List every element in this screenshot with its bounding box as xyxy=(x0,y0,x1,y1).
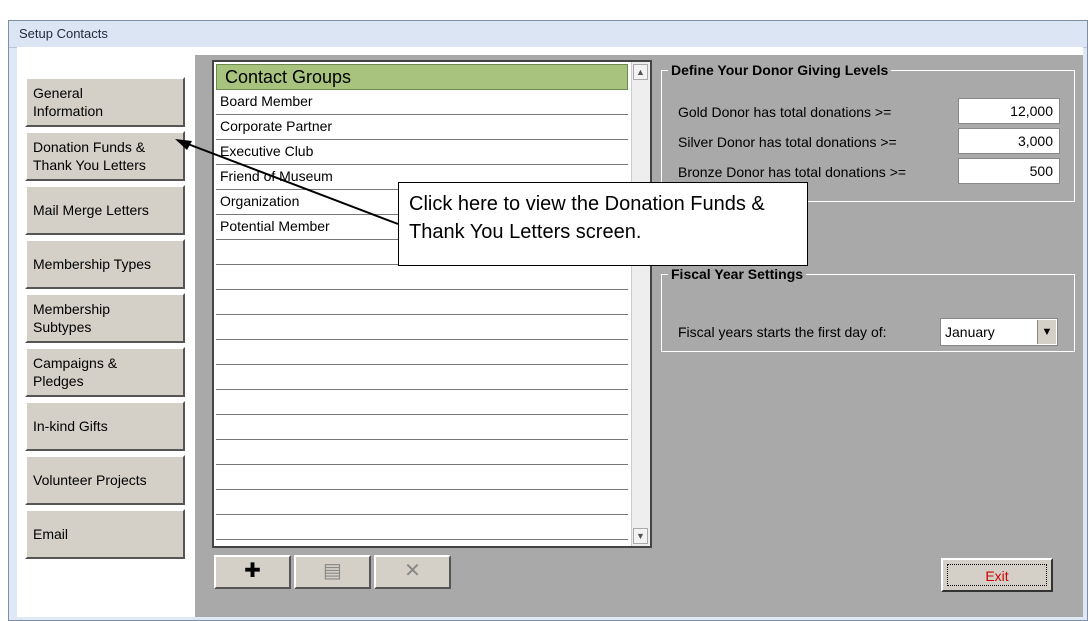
empty-row xyxy=(216,265,628,290)
add-group-button[interactable]: ✚ xyxy=(214,555,291,589)
callout-box: Click here to view the Donation Funds & … xyxy=(398,182,808,266)
list-item[interactable]: Board Member xyxy=(216,90,628,115)
empty-row xyxy=(216,515,628,540)
fiscal-year-label: Fiscal years starts the first day of: xyxy=(678,324,887,340)
chevron-down-icon[interactable]: ▼ xyxy=(1037,320,1056,344)
silver-donor-label: Silver Donor has total donations >= xyxy=(678,134,897,150)
nav-general-information[interactable]: General Information xyxy=(25,77,185,127)
list-item[interactable]: Executive Club xyxy=(216,140,628,165)
edit-group-button[interactable]: ▤ xyxy=(294,555,371,589)
bronze-donor-input[interactable]: 500 xyxy=(958,158,1060,184)
empty-row xyxy=(216,315,628,340)
delete-group-button[interactable]: ✕ xyxy=(374,555,451,589)
silver-donor-input[interactable]: 3,000 xyxy=(958,128,1060,154)
list-scrollbar[interactable]: ▲ ▼ xyxy=(631,62,650,546)
empty-row xyxy=(216,490,628,515)
delete-x-icon: ✕ xyxy=(404,560,421,582)
exit-button[interactable]: Exit xyxy=(941,558,1053,592)
exit-label: Exit xyxy=(947,564,1047,586)
scroll-down-arrow-icon[interactable]: ▼ xyxy=(633,528,648,544)
fiscal-month-value: January xyxy=(945,324,995,340)
empty-row xyxy=(216,290,628,315)
edit-document-icon: ▤ xyxy=(323,560,342,582)
contact-groups-header: Contact Groups xyxy=(216,64,628,90)
nav-email[interactable]: Email xyxy=(25,509,185,559)
donor-levels-group: Define Your Donor Giving Levels Gold Don… xyxy=(661,62,1075,202)
title-bar: Setup Contacts xyxy=(9,21,1087,48)
nav-mail-merge-letters[interactable]: Mail Merge Letters xyxy=(25,185,185,235)
nav-volunteer-projects[interactable]: Volunteer Projects xyxy=(25,455,185,505)
empty-row xyxy=(216,365,628,390)
list-item[interactable]: Corporate Partner xyxy=(216,115,628,140)
nav-membership-subtypes[interactable]: Membership Subtypes xyxy=(25,293,185,343)
empty-row xyxy=(216,390,628,415)
gold-donor-input[interactable]: 12,000 xyxy=(958,98,1060,124)
scroll-up-arrow-icon[interactable]: ▲ xyxy=(633,64,648,80)
window-title: Setup Contacts xyxy=(19,26,108,41)
fiscal-year-legend: Fiscal Year Settings xyxy=(671,266,804,282)
nav-in-kind-gifts[interactable]: In-kind Gifts xyxy=(25,401,185,451)
empty-row xyxy=(216,340,628,365)
fiscal-month-select[interactable]: January ▼ xyxy=(940,318,1058,346)
donor-levels-legend: Define Your Donor Giving Levels xyxy=(671,62,889,78)
nav-membership-types[interactable]: Membership Types xyxy=(25,239,185,289)
plus-icon: ✚ xyxy=(244,560,261,582)
fiscal-year-group: Fiscal Year Settings Fiscal years starts… xyxy=(661,266,1075,352)
nav-donation-funds[interactable]: Donation Funds & Thank You Letters xyxy=(25,131,185,181)
empty-row xyxy=(216,440,628,465)
contact-groups-list[interactable]: Contact Groups Board Member Corporate Pa… xyxy=(212,60,652,548)
empty-row xyxy=(216,415,628,440)
empty-row xyxy=(216,465,628,490)
bronze-donor-label: Bronze Donor has total donations >= xyxy=(678,164,907,180)
nav-campaigns-pledges[interactable]: Campaigns & Pledges xyxy=(25,347,185,397)
gold-donor-label: Gold Donor has total donations >= xyxy=(678,104,892,120)
